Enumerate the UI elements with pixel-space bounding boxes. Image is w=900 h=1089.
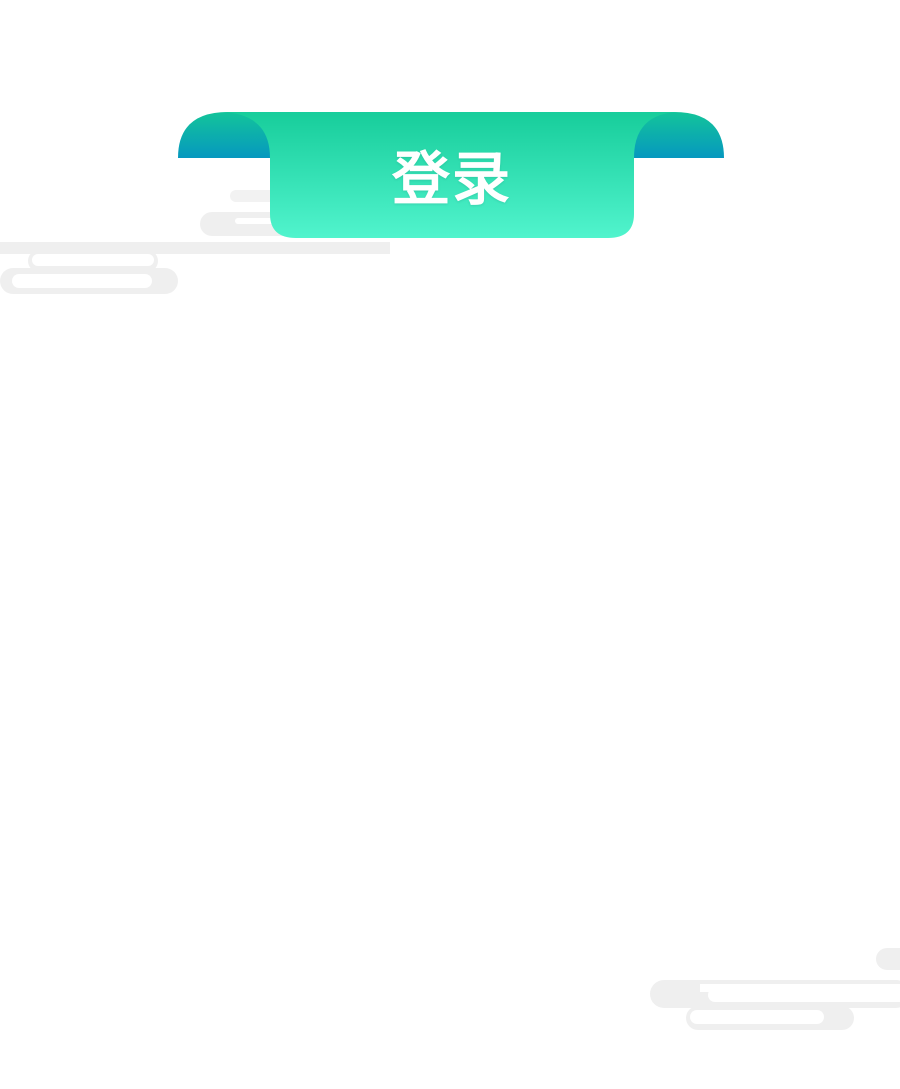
- cloud-shape-bottom-right: [650, 948, 900, 1030]
- page-title: 登录: [391, 145, 512, 213]
